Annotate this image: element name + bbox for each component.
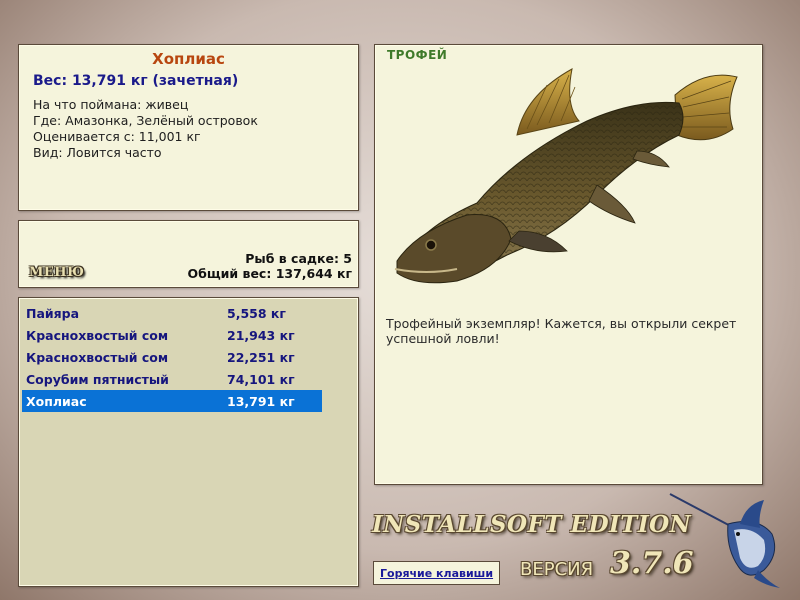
list-item[interactable]: Краснохвостый сом 21,943 кг [22,324,322,346]
valued-from: Оценивается с: 11,001 кг [33,129,201,144]
list-item-weight: 13,791 кг [227,394,295,409]
hotkeys-box: Горячие клавиши [373,561,500,585]
catch-list: Пайяра 5,558 кг Краснохвостый сом 21,943… [18,297,359,587]
marlin-logo [669,493,780,588]
version-label: ВЕРСИЯ [520,559,594,580]
list-item-selected[interactable]: Хоплиас 13,791 кг [22,390,322,412]
fish-weight: Вес: 13,791 кг (зачетная) [33,73,239,89]
caught-on: На что поймана: живец [33,97,189,112]
trophy-panel: ТРОФЕЙ Трофейный экземпляр! Кажется, вы … [374,44,763,485]
list-item-name: Сорубим пятнистый [26,372,169,387]
brand-title: INSTALLSOFT EDITION [372,511,692,538]
trophy-message: Трофейный экземпляр! Кажется, вы открыли… [386,316,737,346]
total-weight: Общий вес: 137,644 кг [187,266,353,281]
list-item-name: Краснохвостый сом [26,350,169,365]
list-item-weight: 5,558 кг [227,306,286,321]
list-item[interactable]: Краснохвостый сом 22,251 кг [22,346,322,368]
list-item-name: Пайяра [26,306,80,321]
list-item-name: Хоплиас [26,394,87,409]
list-item[interactable]: Пайяра 5,558 кг [22,302,322,324]
fish-count: Рыб в садке: 5 [245,251,352,266]
list-item-weight: 21,943 кг [227,328,295,343]
hotkeys-link[interactable]: Горячие клавиши [380,567,493,580]
fish-info-panel: Хоплиас Вес: 13,791 кг (зачетная) На что… [18,44,359,211]
location: Где: Амазонка, Зелёный островок [33,113,258,128]
list-item-name: Краснохвостый сом [26,328,169,343]
list-item-weight: 22,251 кг [227,350,295,365]
list-item-weight: 74,101 кг [227,372,295,387]
list-item[interactable]: Сорубим пятнистый 74,101 кг [22,368,322,390]
frequency: Вид: Ловится часто [33,145,162,160]
hoplias-fish-image [394,68,738,284]
menu-button[interactable]: МЕНЮ [29,265,84,280]
fish-name: Хоплиас [152,50,225,68]
keepnet-summary-panel: МЕНЮ Рыб в садке: 5 Общий вес: 137,644 к… [18,220,359,288]
